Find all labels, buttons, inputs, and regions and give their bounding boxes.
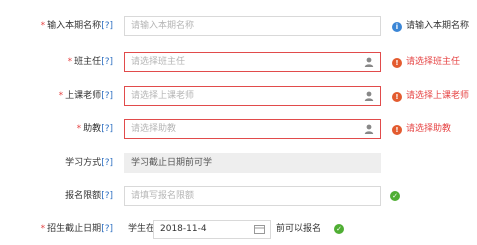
help-link[interactable]: [?] <box>101 57 113 67</box>
form-row-title: * 输入本期名称[?] 请输入本期名称 i 请输入本期名称 <box>0 14 477 38</box>
required-mark: * <box>67 57 73 67</box>
deadline-prefix: 学生在 <box>128 224 156 234</box>
assistant-label-group: * 助教[?] <box>77 117 113 141</box>
assistant-select[interactable]: 请选择助教 <box>124 119 381 139</box>
assistant-message: ! 请选择助教 <box>392 117 451 141</box>
check-icon: ✓ <box>390 191 400 201</box>
person-icon[interactable] <box>364 57 374 67</box>
form-row-study-mode: 学习方式[?] 学习截止日期前可学 <box>0 151 477 175</box>
error-icon: ! <box>392 92 402 102</box>
deadline-suffix: 前可以报名 <box>276 224 322 234</box>
study-mode-label: 学习方式 <box>65 158 102 168</box>
form-row-enroll-deadline: * 招生截止日期[?] 学生在 2018-11-4 前可以报名 ✓ <box>0 217 477 241</box>
deadline-date-input[interactable]: 2018-11-4 <box>153 220 271 239</box>
lecturer-label-group: * 上课老师[?] <box>59 84 113 108</box>
form-row-lecturer: * 上课老师[?] 请选择上课老师 ! 请选择上课老师 <box>0 84 477 108</box>
enroll-limit-placeholder: 请填写报名限额 <box>131 191 195 201</box>
form-row-assistant: * 助教[?] 请选择助教 ! 请选择助教 <box>0 117 477 141</box>
check-icon: ✓ <box>334 224 344 234</box>
assistant-placeholder: 请选择助教 <box>131 124 177 134</box>
person-icon[interactable] <box>364 91 374 101</box>
help-link[interactable]: [?] <box>101 91 113 101</box>
head-teacher-select[interactable]: 请选择班主任 <box>124 52 381 72</box>
form-row-enroll-limit: 报名限额[?] 请填写报名限额 ✓ <box>0 184 477 208</box>
lecturer-label: 上课老师 <box>65 91 102 101</box>
title-message: i 请输入本期名称 <box>392 14 469 38</box>
title-placeholder: 请输入本期名称 <box>131 21 195 31</box>
title-label-group: * 输入本期名称[?] <box>41 14 113 38</box>
help-link[interactable]: [?] <box>101 158 113 168</box>
head-teacher-label: 班主任 <box>74 57 102 67</box>
deadline-date-value: 2018-11-4 <box>160 224 207 234</box>
error-icon: ! <box>392 58 402 68</box>
help-link[interactable]: [?] <box>101 224 113 234</box>
required-mark: * <box>40 21 46 31</box>
required-mark: * <box>76 124 82 134</box>
error-icon: ! <box>392 125 402 135</box>
head-teacher-message: ! 请选择班主任 <box>392 50 460 74</box>
title-label: 输入本期名称 <box>47 21 102 31</box>
lecturer-placeholder: 请选择上课老师 <box>131 91 195 101</box>
person-icon[interactable] <box>364 124 374 134</box>
help-link[interactable]: [?] <box>101 191 113 201</box>
title-input[interactable]: 请输入本期名称 <box>124 16 381 36</box>
help-link[interactable]: [?] <box>101 124 113 134</box>
enroll-deadline-label-group: * 招生截止日期[?] <box>41 217 113 241</box>
lecturer-message-text: 请选择上课老师 <box>406 91 470 101</box>
required-mark: * <box>40 224 46 234</box>
lecturer-select[interactable]: 请选择上课老师 <box>124 86 381 106</box>
help-link[interactable]: [?] <box>101 21 113 31</box>
assistant-message-text: 请选择助教 <box>406 124 452 134</box>
head-teacher-message-text: 请选择班主任 <box>406 57 461 67</box>
enroll-deadline-label: 招生截止日期 <box>47 224 102 234</box>
study-mode-value: 学习截止日期前可学 <box>131 158 213 168</box>
calendar-icon[interactable] <box>254 225 265 234</box>
head-teacher-label-group: * 班主任[?] <box>68 50 113 74</box>
assistant-label: 助教 <box>83 124 102 134</box>
required-mark: * <box>58 91 64 101</box>
lecturer-message: ! 请选择上课老师 <box>392 84 469 108</box>
form-row-head-teacher: * 班主任[?] 请选择班主任 ! 请选择班主任 <box>0 50 477 74</box>
study-mode-field: 学习截止日期前可学 <box>124 153 381 173</box>
enroll-limit-input[interactable]: 请填写报名限额 <box>124 186 381 206</box>
title-message-text: 请输入本期名称 <box>406 21 470 31</box>
head-teacher-placeholder: 请选择班主任 <box>131 57 186 67</box>
enroll-limit-label-group: 报名限额[?] <box>65 184 113 208</box>
info-icon: i <box>392 22 402 32</box>
study-mode-label-group: 学习方式[?] <box>65 151 113 175</box>
enroll-limit-label: 报名限额 <box>65 191 102 201</box>
